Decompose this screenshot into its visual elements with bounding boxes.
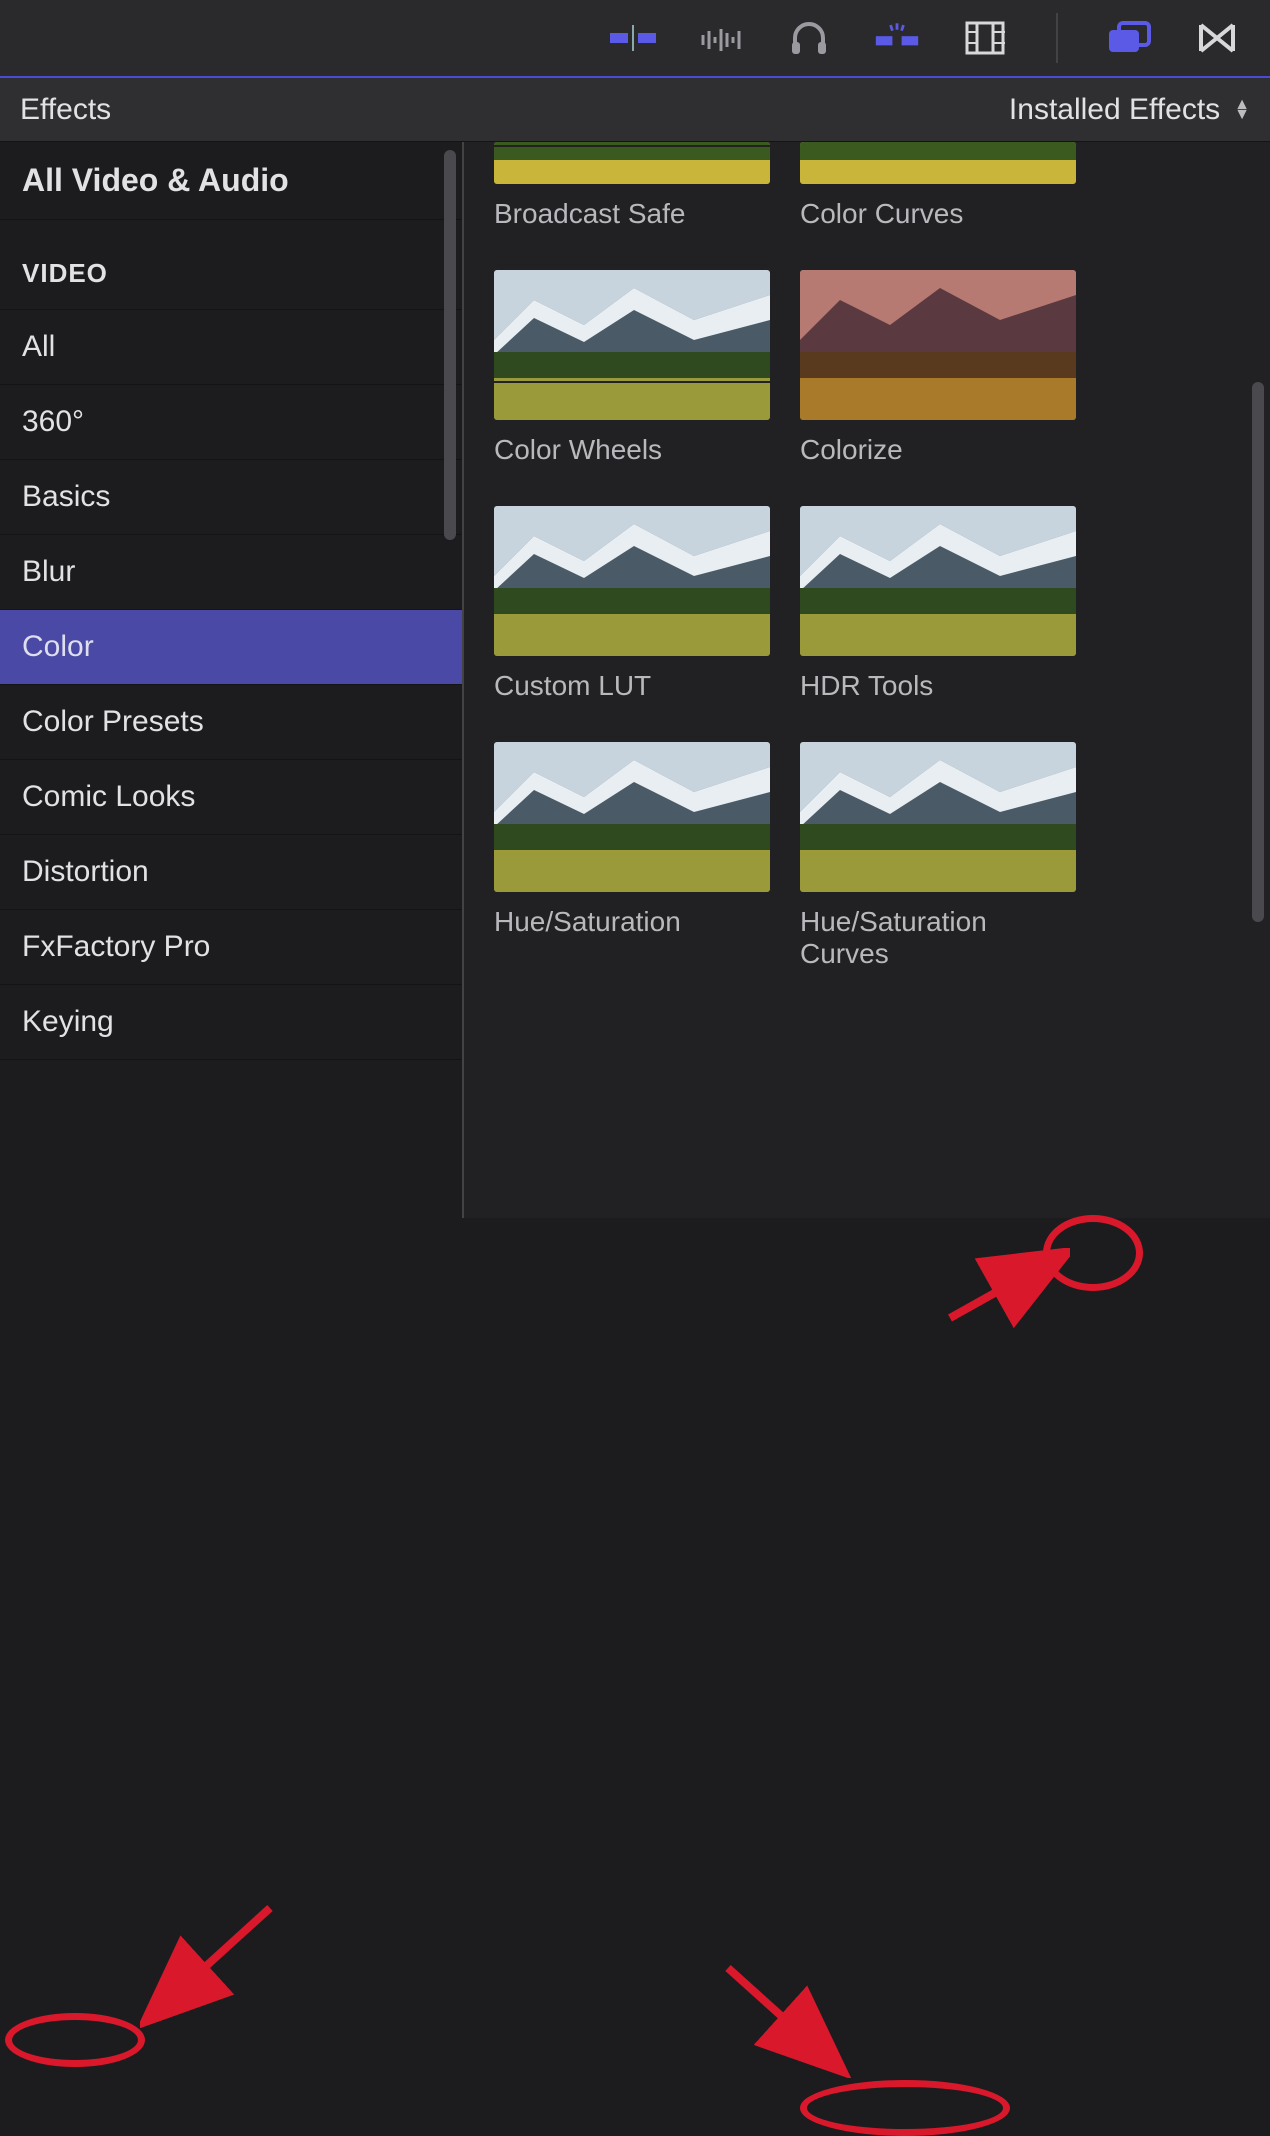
chevron-updown-icon: ▲▼ [1234, 100, 1250, 120]
sidebar-item-comic-looks[interactable]: Comic Looks [0, 760, 462, 835]
effect-hdr-tools[interactable]: HDR Tools [800, 506, 1076, 702]
top-toolbar [0, 0, 1270, 78]
sidebar-item-all[interactable]: All [0, 310, 462, 385]
sidebar-item-all-video-audio[interactable]: All Video & Audio [0, 142, 462, 220]
effect-label: Broadcast Safe [494, 198, 770, 230]
effect-broadcast-safe[interactable]: Broadcast Safe [494, 142, 770, 230]
effect-label: Hue/Saturation [494, 906, 770, 938]
effect-hue-saturation-curves[interactable]: Hue/Saturation Curves [800, 742, 1076, 970]
sidebar-section-video: VIDEO [0, 220, 462, 310]
effects-category-sidebar: All Video & Audio VIDEO All 360° Basics … [0, 142, 462, 1218]
filmstrip-icon[interactable] [962, 15, 1008, 61]
transitions-icon[interactable] [1194, 15, 1240, 61]
sidebar-scrollbar[interactable] [444, 150, 456, 540]
sidebar-item-basics[interactable]: Basics [0, 460, 462, 535]
effect-color-curves[interactable]: Color Curves [800, 142, 1076, 230]
effect-label: HDR Tools [800, 670, 1076, 702]
sidebar-item-360[interactable]: 360° [0, 385, 462, 460]
effect-colorize[interactable]: Colorize [800, 270, 1076, 466]
effects-filter-dropdown[interactable]: Installed Effects ▲▼ [1009, 93, 1250, 127]
split-icon[interactable] [610, 15, 656, 61]
sidebar-item-distortion[interactable]: Distortion [0, 835, 462, 910]
sidebar-item-color[interactable]: Color [0, 610, 462, 685]
effect-label: Color Curves [800, 198, 1076, 230]
effects-header-bar: Effects Installed Effects ▲▼ [0, 78, 1270, 142]
effects-browser-icon[interactable] [1106, 15, 1152, 61]
effect-label: Colorize [800, 434, 1076, 466]
sidebar-item-blur[interactable]: Blur [0, 535, 462, 610]
toolbar-separator [1056, 13, 1058, 63]
effect-hue-saturation[interactable]: Hue/Saturation [494, 742, 770, 970]
effect-label: Custom LUT [494, 670, 770, 702]
panel-title: Effects [20, 93, 111, 127]
dropdown-label: Installed Effects [1009, 93, 1220, 127]
sidebar-item-color-presets[interactable]: Color Presets [0, 685, 462, 760]
audio-level-icon[interactable] [698, 15, 744, 61]
effect-color-wheels[interactable]: Color Wheels [494, 270, 770, 466]
grid-scrollbar[interactable] [1252, 382, 1264, 922]
effect-custom-lut[interactable]: Custom LUT [494, 506, 770, 702]
effect-label: Color Wheels [494, 434, 770, 466]
sidebar-item-fxfactory-pro[interactable]: FxFactory Pro [0, 910, 462, 985]
skimming-icon[interactable] [874, 15, 920, 61]
effects-grid: Broadcast Safe Color Curves Color Wheels… [464, 142, 1270, 1218]
sidebar-item-keying[interactable]: Keying [0, 985, 462, 1060]
effect-label: Hue/Saturation Curves [800, 906, 1076, 970]
headphones-icon[interactable] [786, 15, 832, 61]
